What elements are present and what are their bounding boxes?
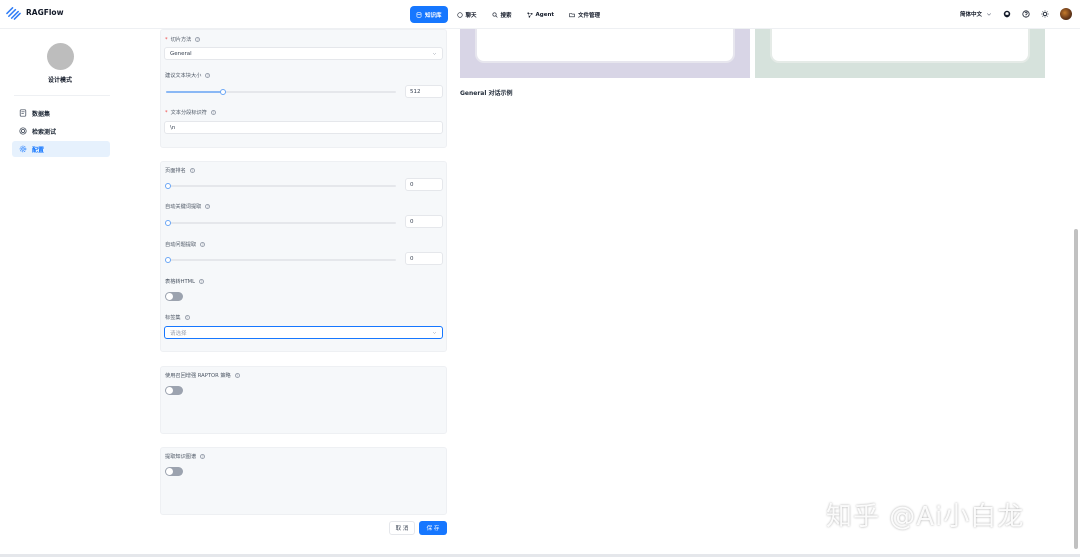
database-icon	[416, 11, 422, 18]
help-icon: ?	[189, 168, 195, 173]
top-right-tools: 简体中文	[960, 8, 1072, 20]
slider-fill	[166, 91, 223, 93]
sidebar: 设计模式 数据集 检索测试 配置	[0, 29, 120, 557]
sidebar-item-label: 检索测试	[32, 128, 57, 136]
graphrag-label: 提取知识图谱?	[165, 454, 206, 460]
auto-questions-slider[interactable]	[165, 256, 396, 263]
delimiter-label: * 文本分段标识符?	[165, 109, 216, 116]
sidebar-item-retrieval-test[interactable]: 检索测试	[12, 123, 110, 139]
help-icon: ?	[205, 204, 211, 209]
save-button[interactable]: 保 存	[419, 521, 447, 535]
nav-file-management[interactable]: 文件管理	[563, 6, 606, 23]
advanced-settings-panel: 页面排名? 0 自动关键词提取? 0 自动问题提取? 0 表格转HTML? 标签…	[160, 161, 447, 352]
slider-thumb[interactable]	[220, 88, 226, 95]
folder-icon	[569, 12, 575, 17]
nav-label: 搜索	[500, 12, 512, 19]
help-icon: ?	[184, 315, 190, 320]
language-select[interactable]: 简体中文	[960, 10, 992, 18]
preview-image-1	[460, 29, 750, 78]
knowledge-base-avatar	[47, 43, 74, 70]
page-rank-slider[interactable]	[165, 182, 396, 189]
graphrag-panel: 提取知识图谱?	[160, 447, 447, 515]
auto-questions-input[interactable]: 0	[405, 252, 443, 265]
watermark: 知乎 @Ai小白龙	[826, 502, 1025, 532]
auto-keywords-slider[interactable]	[165, 219, 396, 226]
page-rank-label: 页面排名?	[165, 168, 195, 174]
nav-knowledge-base[interactable]: 知识库	[410, 6, 448, 23]
sidebar-item-label: 配置	[32, 146, 45, 154]
raptor-label: 使用召回增强 RAPTOR 策略?	[165, 373, 240, 379]
help-icon: ?	[200, 454, 206, 459]
dataset-icon	[19, 109, 27, 117]
help-icon: ?	[200, 242, 206, 247]
app-name: RAGFlow	[26, 8, 64, 17]
help-icon[interactable]	[1022, 10, 1030, 18]
page-rank-input[interactable]: 0	[405, 178, 443, 191]
auto-keywords-label: 自动关键词提取?	[165, 204, 211, 210]
divider	[14, 95, 110, 96]
help-icon: ?	[199, 279, 204, 284]
chevron-down-icon	[432, 52, 437, 55]
raptor-panel: 使用召回增强 RAPTOR 策略?	[160, 366, 447, 434]
html4excel-label: 表格转HTML?	[165, 279, 204, 285]
search-icon	[492, 12, 498, 18]
tag-sets-label: 标签集?	[165, 315, 190, 321]
html4excel-toggle[interactable]	[165, 292, 183, 301]
raptor-toggle[interactable]	[165, 386, 183, 395]
slider-thumb[interactable]	[165, 256, 171, 263]
top-bar: RAGFlow 知识库 聊天 搜索 Agent 文件管理 简体中文	[0, 0, 1080, 29]
sidebar-item-label: 数据集	[32, 110, 51, 118]
help-icon: ?	[234, 373, 240, 378]
slider-thumb[interactable]	[165, 219, 171, 226]
chat-icon	[456, 11, 463, 18]
chunk-size-label: 建议文本块大小?	[165, 73, 211, 79]
chevron-down-icon	[432, 331, 437, 334]
nav-search[interactable]: 搜索	[486, 6, 518, 23]
retrieval-test-icon	[19, 127, 27, 135]
chunk-size-input[interactable]: 512	[405, 85, 443, 98]
nav-label: 知识库	[425, 12, 442, 19]
language-label: 简体中文	[959, 12, 982, 18]
chevron-down-icon	[986, 13, 992, 16]
scrollbar[interactable]	[1074, 229, 1078, 549]
graphrag-toggle[interactable]	[165, 467, 183, 476]
app-logo[interactable]: RAGFlow	[6, 5, 64, 20]
theme-sun-icon[interactable]	[1041, 10, 1049, 18]
help-icon: ?	[195, 37, 201, 42]
main-nav: 知识库 聊天 搜索 Agent 文件管理	[410, 6, 606, 23]
cancel-button[interactable]: 取 消	[389, 521, 415, 535]
auto-keywords-input[interactable]: 0	[405, 215, 443, 228]
gear-icon	[19, 145, 27, 153]
sidebar-item-config[interactable]: 配置	[12, 141, 110, 157]
delimiter-input[interactable]: \n	[164, 121, 443, 134]
user-avatar[interactable]	[1060, 8, 1072, 20]
nav-label: 聊天	[465, 12, 477, 19]
help-icon: ?	[205, 73, 211, 78]
chunk-method-label: * 切片方法?	[165, 36, 201, 43]
nav-agent[interactable]: Agent	[521, 6, 560, 23]
github-icon[interactable]	[1003, 10, 1011, 18]
example-title: General 对话示例	[460, 90, 513, 97]
help-icon: ?	[210, 110, 216, 115]
sidebar-item-dataset[interactable]: 数据集	[12, 105, 110, 121]
auto-questions-label: 自动问题提取?	[165, 242, 206, 248]
nav-label: Agent	[535, 11, 555, 18]
nav-chat[interactable]: 聊天	[451, 6, 483, 23]
knowledge-base-name: 设计模式	[47, 77, 72, 84]
preview-image-2	[755, 29, 1045, 78]
chunk-size-slider[interactable]	[166, 88, 396, 95]
ragflow-logo-icon	[6, 7, 21, 20]
tag-sets-select[interactable]: 请选择	[164, 326, 443, 339]
chunk-method-select[interactable]: General	[164, 47, 443, 60]
nav-label: 文件管理	[578, 12, 601, 19]
agent-icon	[526, 11, 533, 18]
slider-thumb[interactable]	[165, 182, 171, 189]
chunk-settings-panel: * 切片方法? General 建议文本块大小? 512 * 文本分段标识符? \n	[160, 29, 447, 148]
